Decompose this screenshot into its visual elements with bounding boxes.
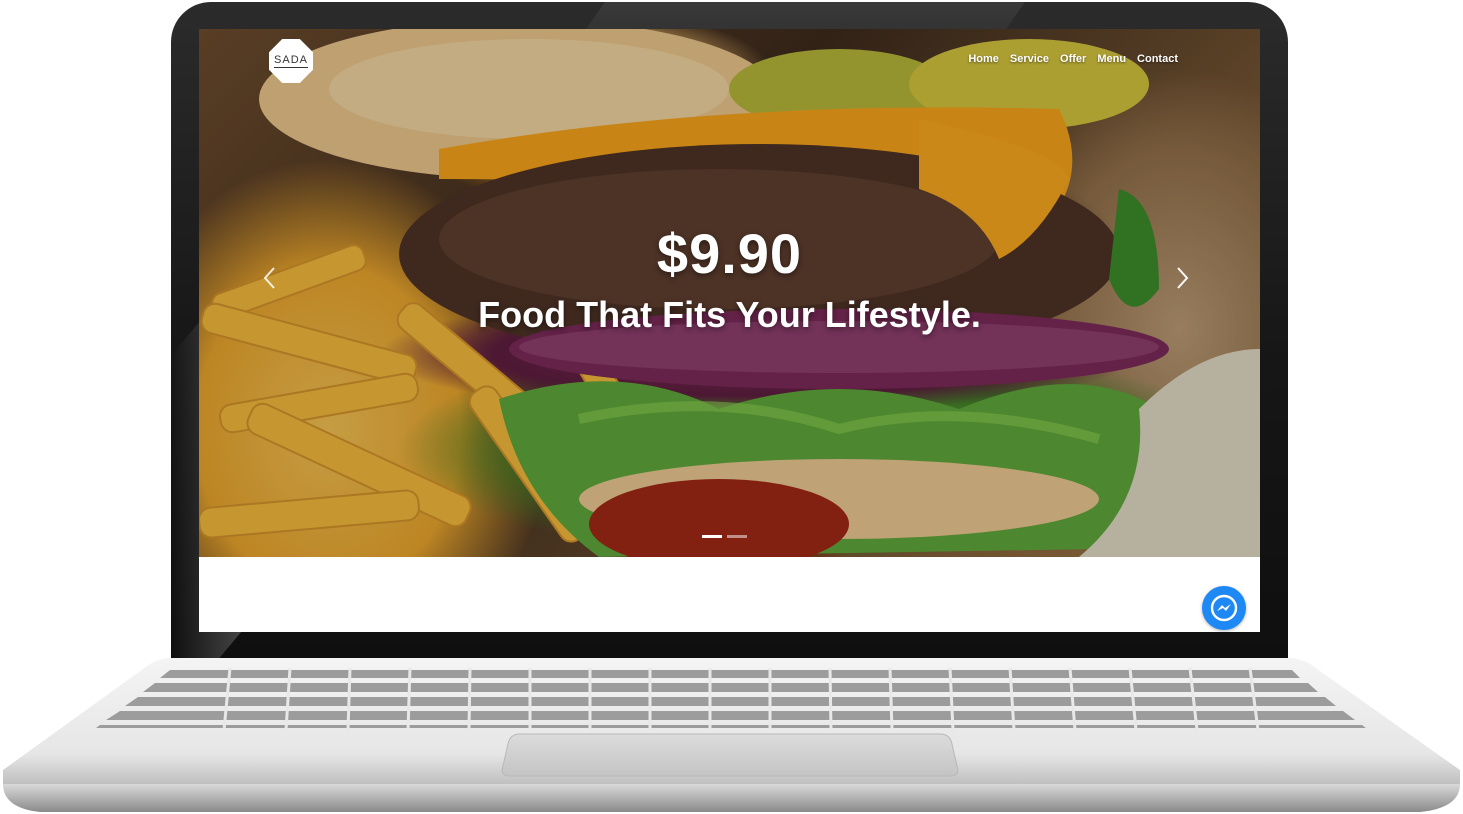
main-nav: Home Service Offer Menu Contact [968,53,1178,65]
nav-service[interactable]: Service [1010,53,1049,65]
hero-slider: SADA Home Service Offer Menu Contact $9.… [199,29,1260,557]
laptop-screen: SADA Home Service Offer Menu Contact $9.… [199,29,1260,632]
hero-overlay [199,29,1260,557]
hero-tagline: Food That Fits Your Lifestyle. [478,294,981,335]
chevron-right-icon[interactable] [1171,265,1193,291]
messenger-chat-button[interactable] [1202,586,1246,630]
logo-text: SADA [274,53,308,68]
nav-home[interactable]: Home [968,53,999,65]
laptop-base [3,658,1460,812]
nav-offer[interactable]: Offer [1060,53,1086,65]
nav-menu[interactable]: Menu [1097,53,1126,65]
slider-indicators [702,535,747,538]
hero-price: $9.90 [656,222,803,285]
slide-indicator-2[interactable] [727,535,747,538]
slide-indicator-1[interactable] [702,535,722,538]
site-logo[interactable]: SADA [269,39,313,83]
chevron-left-icon[interactable] [259,265,281,291]
nav-contact[interactable]: Contact [1137,53,1178,65]
messenger-icon [1210,594,1238,622]
